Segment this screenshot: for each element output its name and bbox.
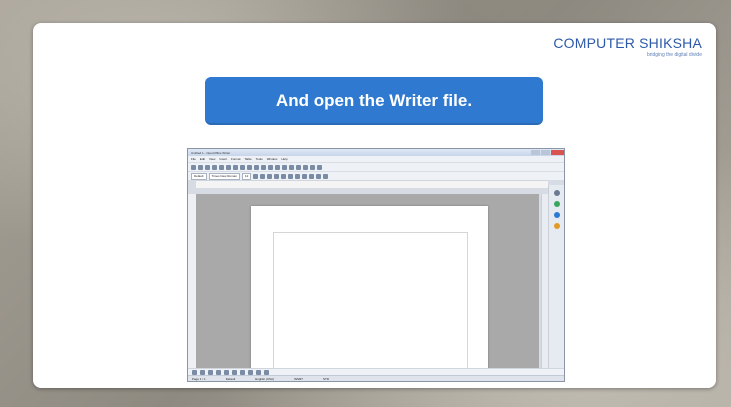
zoom-icon — [310, 164, 315, 170]
copy-icon — [261, 164, 266, 170]
status-mode: INSRT — [294, 376, 303, 381]
style-select: Default — [191, 172, 207, 180]
spellcheck-icon — [247, 164, 252, 170]
menu-window: Window — [266, 157, 278, 161]
select-icon — [192, 369, 197, 375]
email-icon — [212, 164, 217, 170]
maximize-icon — [541, 150, 550, 155]
instruction-banner: And open the Writer file. — [205, 77, 543, 125]
vertical-scrollbar — [541, 194, 548, 372]
menu-insert: Insert — [219, 157, 227, 161]
close-icon — [551, 150, 564, 155]
menu-tools: Tools — [255, 157, 263, 161]
print-icon — [233, 164, 238, 170]
freeform-icon — [224, 369, 229, 375]
undo-icon — [275, 164, 280, 170]
menu-table: Table — [244, 157, 252, 161]
sidebar-panel — [548, 185, 564, 372]
edit-icon — [219, 164, 224, 170]
status-selection: STD — [323, 376, 329, 381]
arrows-icon — [248, 369, 253, 375]
numbering-icon — [302, 173, 308, 179]
window-title: Untitled 1 - OpenOffice Writer — [191, 150, 231, 155]
paste-icon — [268, 164, 273, 170]
menu-format: Format — [230, 157, 241, 161]
highlight-icon — [323, 173, 329, 179]
status-style: Default — [225, 376, 236, 381]
preview-icon — [240, 164, 245, 170]
hyperlink-icon — [289, 164, 294, 170]
writer-screenshot: Untitled 1 - OpenOffice Writer File Edit… — [187, 148, 565, 382]
menu-help: Help — [281, 157, 288, 161]
align-right-icon — [288, 173, 294, 179]
menu-view: View — [209, 157, 216, 161]
window-titlebar: Untitled 1 - OpenOffice Writer — [188, 149, 564, 156]
new-icon — [191, 164, 196, 170]
menu-file: File — [191, 157, 196, 161]
table-icon — [296, 164, 301, 170]
stars-icon — [264, 369, 269, 375]
align-left-icon — [274, 173, 280, 179]
text-icon — [232, 369, 237, 375]
align-center-icon — [281, 173, 287, 179]
properties-icon — [553, 190, 560, 196]
standard-toolbar — [188, 162, 564, 171]
justify-icon — [295, 173, 301, 179]
help-icon — [317, 164, 322, 170]
status-bar: Page 1 / 1 Default English (USA) INSRT S… — [188, 375, 564, 381]
logo: COMPUTER SHIKSHA bridging the digital di… — [553, 35, 702, 58]
font-color-icon — [316, 173, 322, 179]
formatting-toolbar: Default Times New Roman 12 — [188, 171, 564, 180]
minimize-icon — [531, 150, 540, 155]
status-page: Page 1 / 1 — [192, 376, 206, 381]
window-controls — [530, 150, 564, 155]
rectangle-icon — [208, 369, 213, 375]
slide: COMPUTER SHIKSHA bridging the digital di… — [33, 23, 716, 388]
italic-icon — [260, 173, 266, 179]
menu-edit: Edit — [199, 157, 206, 161]
open-icon — [198, 164, 203, 170]
navigator-sidebar-icon — [553, 223, 560, 229]
status-language: English (USA) — [255, 376, 275, 381]
line-icon — [200, 369, 205, 375]
callouts-icon — [256, 369, 261, 375]
size-select: 12 — [241, 172, 252, 180]
drawing-toolbar — [188, 368, 564, 375]
gallery-icon — [553, 212, 560, 218]
navigator-icon — [303, 164, 308, 170]
cut-icon — [254, 164, 259, 170]
document-workarea — [196, 194, 539, 381]
bold-icon — [253, 173, 259, 179]
logo-text: COMPUTER SHIKSHA — [553, 35, 702, 51]
save-icon — [205, 164, 210, 170]
document-page — [251, 206, 488, 381]
logo-tagline: bridging the digital divide — [646, 52, 702, 58]
pdf-icon — [226, 164, 231, 170]
horizontal-ruler — [196, 180, 548, 188]
logo-name: COMPUTER SHIKSHA — [553, 35, 702, 51]
shapes-icon — [240, 369, 245, 375]
font-select: Times New Roman — [208, 172, 240, 180]
styles-icon — [553, 201, 560, 207]
bullets-icon — [309, 173, 315, 179]
text-boundaries — [273, 232, 468, 381]
redo-icon — [282, 164, 287, 170]
ellipse-icon — [216, 369, 221, 375]
underline-icon — [267, 173, 273, 179]
